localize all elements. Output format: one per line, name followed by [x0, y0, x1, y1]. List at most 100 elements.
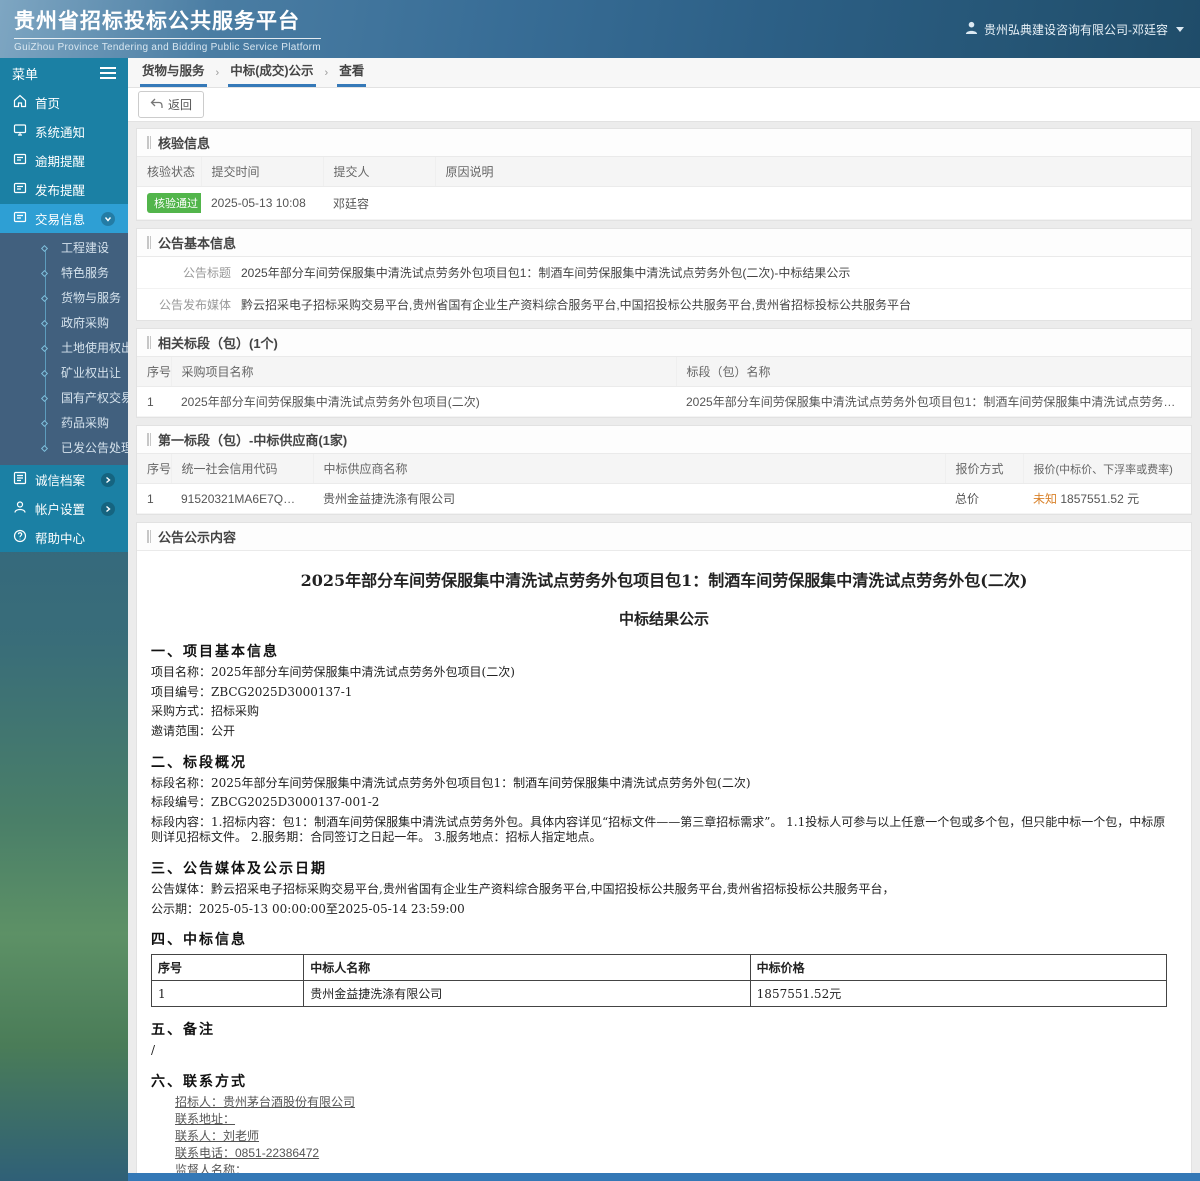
sidebar-item-integrity-archive[interactable]: 诚信档案	[0, 465, 128, 494]
sidebar-item-overdue-reminder[interactable]: 逾期提醒	[0, 146, 128, 175]
page-title: 贵州省招标投标公共服务平台	[14, 5, 321, 39]
field-label: 公告标题	[137, 257, 239, 288]
panel-area: 核验信息 核验状态 提交时间 提交人 原因说明 核验通过	[128, 122, 1200, 1181]
sidebar-item-mining-rights[interactable]: 矿业权出让	[0, 361, 128, 386]
project-code-line: 项目编号：ZBCG2025D3000137-1	[151, 685, 1177, 701]
announcement-media-value: 黔云招采电子招标采购交易平台,贵州省国有企业生产资料综合服务平台,中国招投标公共…	[239, 289, 1191, 320]
chevron-right-icon	[101, 502, 115, 516]
section-name: 2025年部分车间劳保服集中清洗试点劳务外包项目包1：制酒车间劳保服集中清洗试点…	[676, 387, 1191, 417]
breadcrumb: 货物与服务 › 中标(成交)公示 › 查看	[128, 58, 1200, 88]
doc-section-1-heading: 一、项目基本信息	[151, 641, 1177, 661]
table-row: 1 2025年部分车间劳保服集中清洗试点劳务外包项目(二次) 2025年部分车间…	[137, 387, 1191, 417]
breadcrumb-goods-services[interactable]: 货物与服务	[140, 55, 207, 87]
project-name: 2025年部分车间劳保服集中清洗试点劳务外包项目(二次)	[171, 387, 676, 417]
field-label: 公告发布媒体	[137, 289, 239, 320]
row-no: 1	[137, 484, 171, 514]
table-header-row: 核验状态 提交时间 提交人 原因说明	[137, 157, 1191, 187]
winner-supplier-table: 序号 统一社会信用代码 中标供应商名称 报价方式 报价(中标价、下浮率或费率) …	[137, 454, 1191, 514]
row-no: 1	[137, 387, 171, 417]
sidebar-item-system-notice[interactable]: 系统通知	[0, 117, 128, 146]
sidebar-item-publish-reminder[interactable]: 发布提醒	[0, 175, 128, 204]
section-marker	[147, 433, 151, 446]
user-name: 贵州弘典建设咨询有限公司-邓廷容	[984, 21, 1168, 38]
breadcrumb-separator: ›	[216, 67, 220, 87]
hamburger-icon[interactable]	[100, 67, 116, 79]
diamond-bullet-icon	[41, 270, 48, 277]
sidebar-item-label: 交易信息	[35, 209, 85, 228]
announcement-panel-title: 公告基本信息	[137, 229, 1191, 257]
contact-block: 招标人：贵州茅台酒股份有限公司 联系地址： 联系人：刘老师 联系电话：0851-…	[151, 1095, 1177, 1174]
sidebar-item-land-use-rights[interactable]: 土地使用权出让	[0, 336, 128, 361]
sidebar-background-image	[0, 552, 128, 1181]
sidebar-item-home[interactable]: 首页	[0, 88, 128, 117]
section-name-line: 标段名称：2025年部分车间劳保服集中清洗试点劳务外包项目包1：制酒车间劳保服集…	[151, 776, 1177, 792]
table-row: 核验通过 2025-05-13 10:08 邓廷容	[137, 187, 1191, 220]
tenderer-line: 招标人：贵州茅台酒股份有限公司	[175, 1095, 1177, 1110]
related-sections-panel: 相关标段（包）(1个) 序号 采购项目名称 标段（包）名称 1	[136, 328, 1192, 418]
verify-panel-title: 核验信息	[137, 129, 1191, 157]
sidebar-item-engineering[interactable]: 工程建设	[0, 236, 128, 261]
toolbar: 返回	[128, 88, 1200, 122]
breadcrumb-view[interactable]: 查看	[337, 55, 366, 87]
sidebar-item-label: 逾期提醒	[35, 151, 85, 170]
status-badge: 核验通过	[147, 193, 201, 213]
sidebar-item-goods-services[interactable]: 货物与服务	[0, 286, 128, 311]
bid-price: 未知 1857551.52 元	[1023, 484, 1191, 514]
chevron-down-icon	[101, 212, 115, 226]
tenderer-address-line: 联系地址：	[175, 1112, 1177, 1127]
sidebar-item-help-center[interactable]: 帮助中心	[0, 523, 128, 552]
table-header-row: 序号 中标人名称 中标价格	[152, 955, 1167, 981]
diamond-bullet-icon	[41, 245, 48, 252]
winner-supplier-panel: 第一标段（包）-中标供应商(1家) 序号 统一社会信用代码 中标供应商名称 报价…	[136, 425, 1192, 515]
chevron-down-icon	[1176, 27, 1184, 32]
user-icon	[13, 500, 27, 517]
submit-time: 2025-05-13 10:08	[201, 187, 323, 220]
home-icon	[13, 94, 27, 111]
publicity-period-line: 公示期：2025-05-13 00:00:00至2025-05-14 23:59…	[151, 902, 1177, 918]
sidebar-submenu: 工程建设 特色服务 货物与服务 政府采购 土地使用权出让 矿业权出让 国有产权交…	[0, 233, 128, 465]
table-row: 1 91520321MA6E7QEP3T 贵州金益捷洗涤有限公司 总价 未知 1…	[137, 484, 1191, 514]
doc-section-2-heading: 二、标段概况	[151, 752, 1177, 772]
tenderer-contact-line: 联系人：刘老师	[175, 1129, 1177, 1144]
related-panel-title: 相关标段（包）(1个)	[137, 329, 1191, 357]
folder-icon	[13, 181, 27, 198]
menu-label: 菜单	[12, 64, 38, 83]
price-value: 1857551.52 元	[1060, 492, 1139, 506]
user-icon	[965, 21, 978, 37]
back-icon	[150, 98, 163, 112]
breadcrumb-award-publicity[interactable]: 中标(成交)公示	[228, 55, 315, 87]
diamond-bullet-icon	[41, 445, 48, 452]
sidebar-item-account-settings[interactable]: 帐户设置	[0, 494, 128, 523]
supplier-name: 贵州金益捷洗涤有限公司	[313, 484, 945, 514]
folder-icon	[13, 152, 27, 169]
credit-code: 91520321MA6E7QEP3T	[171, 484, 313, 514]
winner-panel-title: 第一标段（包）-中标供应商(1家)	[137, 426, 1191, 454]
section-marker	[147, 136, 151, 149]
diamond-bullet-icon	[41, 420, 48, 427]
back-button[interactable]: 返回	[138, 91, 204, 118]
user-menu[interactable]: 贵州弘典建设咨询有限公司-邓廷容	[965, 21, 1184, 38]
folder-icon	[13, 210, 27, 227]
sidebar-item-label: 帐户设置	[35, 499, 85, 518]
sidebar-item-drug-procurement[interactable]: 药品采购	[0, 411, 128, 436]
top-header: 贵州省招标投标公共服务平台 GuiZhou Province Tendering…	[0, 0, 1200, 58]
sidebar-item-state-owned-property[interactable]: 国有产权交易	[0, 386, 128, 411]
sidebar-item-transaction-info[interactable]: 交易信息	[0, 204, 128, 233]
announcement-content-panel: 公告公示内容 2025年部分车间劳保服集中清洗试点劳务外包项目包1：制酒车间劳保…	[136, 522, 1192, 1174]
related-sections-table: 序号 采购项目名称 标段（包）名称 1 2025年部分车间劳保服集中清洗试点劳务…	[137, 357, 1191, 417]
section-marker	[147, 236, 151, 249]
announcement-title-value: 2025年部分车间劳保服集中清洗试点劳务外包项目包1：制酒车间劳保服集中清洗试点…	[239, 257, 1191, 288]
section-marker	[147, 336, 151, 349]
diamond-bullet-icon	[41, 295, 48, 302]
sidebar-menu-header: 菜单	[0, 58, 128, 88]
doc-section-5-heading: 五、备注	[151, 1019, 1177, 1039]
sidebar-item-published-announcements[interactable]: 已发公告处理	[0, 436, 128, 461]
main-content: 货物与服务 › 中标(成交)公示 › 查看 返回 核验信息	[128, 58, 1200, 1181]
reason	[435, 187, 1191, 220]
content-panel-title: 公告公示内容	[137, 523, 1191, 551]
announcement-media-row: 公告发布媒体 黔云招采电子招标采购交易平台,贵州省国有企业生产资料综合服务平台,…	[137, 289, 1191, 320]
sidebar-item-government-procurement[interactable]: 政府采购	[0, 311, 128, 336]
sidebar-item-featured-services[interactable]: 特色服务	[0, 261, 128, 286]
diamond-bullet-icon	[41, 395, 48, 402]
remark-line: /	[151, 1043, 1177, 1059]
